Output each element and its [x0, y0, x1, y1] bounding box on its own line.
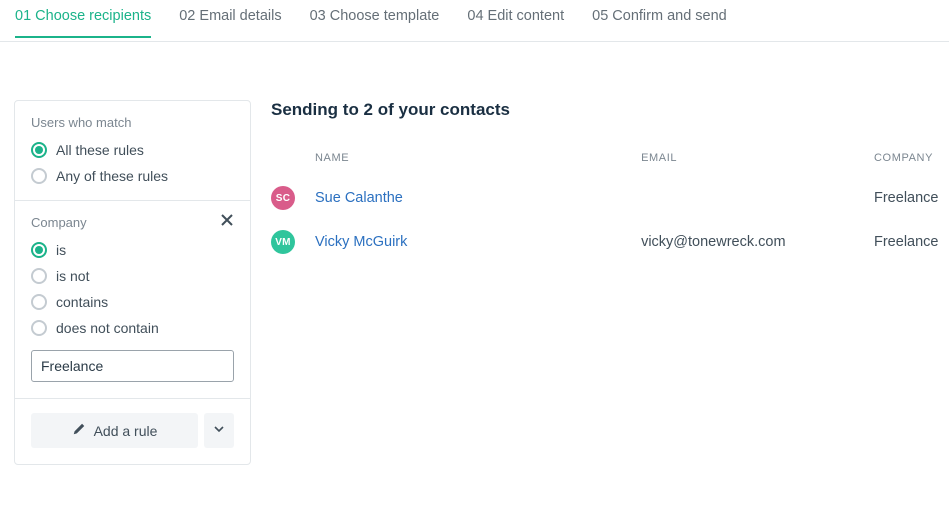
wizard-tab-4[interactable]: 05 Confirm and send	[592, 0, 727, 37]
add-rule-row: Add a rule	[15, 399, 250, 464]
pencil-icon	[72, 422, 86, 439]
radio-icon	[31, 242, 47, 258]
rule-value-input[interactable]	[31, 350, 234, 382]
operator-option-label: does not contain	[56, 320, 159, 336]
operator-option-0[interactable]: is	[31, 242, 234, 258]
add-rule-dropdown-button[interactable]	[204, 413, 234, 448]
avatar: SC	[271, 186, 295, 210]
operator-option-2[interactable]: contains	[31, 294, 234, 310]
match-option-0[interactable]: All these rules	[31, 142, 234, 158]
wizard-tabs: 01 Choose recipients 02 Email details 03 C…	[0, 0, 949, 42]
radio-icon	[31, 294, 47, 310]
operator-option-3[interactable]: does not contain	[31, 320, 234, 336]
contact-name-link[interactable]: Vicky McGuirk	[315, 234, 641, 250]
operator-option-label: is not	[56, 268, 89, 284]
match-option-label: Any of these rules	[56, 168, 168, 184]
radio-icon	[31, 320, 47, 336]
match-option-1[interactable]: Any of these rules	[31, 168, 234, 184]
add-rule-button[interactable]: Add a rule	[31, 413, 198, 448]
rule-field-label: Company	[31, 215, 234, 230]
wizard-tab-1[interactable]: 02 Email details	[179, 0, 281, 37]
main-area: Sending to 2 of your contacts NAME EMAIL…	[271, 100, 949, 264]
page-title: Sending to 2 of your contacts	[271, 100, 949, 120]
column-header-email: EMAIL	[641, 152, 874, 164]
table-header: NAME EMAIL COMPANY	[271, 152, 949, 176]
contact-company: Freelance	[874, 234, 949, 250]
rule-section: Company is is not contains does not contain	[15, 201, 250, 399]
table-row: SC Sue Calanthe Freelance	[271, 176, 949, 220]
close-icon[interactable]	[220, 213, 238, 231]
avatar: VM	[271, 230, 295, 254]
match-section: Users who match All these rules Any of th…	[15, 101, 250, 201]
match-option-label: All these rules	[56, 142, 144, 158]
radio-icon	[31, 142, 47, 158]
operator-option-1[interactable]: is not	[31, 268, 234, 284]
match-label: Users who match	[31, 115, 234, 130]
page-content: Users who match All these rules Any of th…	[0, 42, 949, 465]
contact-name-link[interactable]: Sue Calanthe	[315, 190, 641, 206]
table-row: VM Vicky McGuirkvicky@tonewreck.comFreela…	[271, 220, 949, 264]
filter-panel: Users who match All these rules Any of th…	[14, 100, 251, 465]
contacts-table: NAME EMAIL COMPANY SC Sue Calanthe Freelan…	[271, 152, 949, 264]
wizard-tab-3[interactable]: 04 Edit content	[467, 0, 564, 37]
column-header-company: COMPANY	[874, 152, 949, 164]
wizard-tab-0[interactable]: 01 Choose recipients	[15, 0, 151, 37]
chevron-down-icon	[213, 423, 225, 438]
add-rule-label: Add a rule	[94, 423, 158, 439]
operator-option-label: is	[56, 242, 66, 258]
radio-icon	[31, 268, 47, 284]
operator-option-label: contains	[56, 294, 108, 310]
column-header-name: NAME	[315, 152, 641, 164]
wizard-tab-2[interactable]: 03 Choose template	[310, 0, 440, 37]
contact-company: Freelance	[874, 190, 949, 206]
radio-icon	[31, 168, 47, 184]
contact-email: vicky@tonewreck.com	[641, 234, 874, 250]
